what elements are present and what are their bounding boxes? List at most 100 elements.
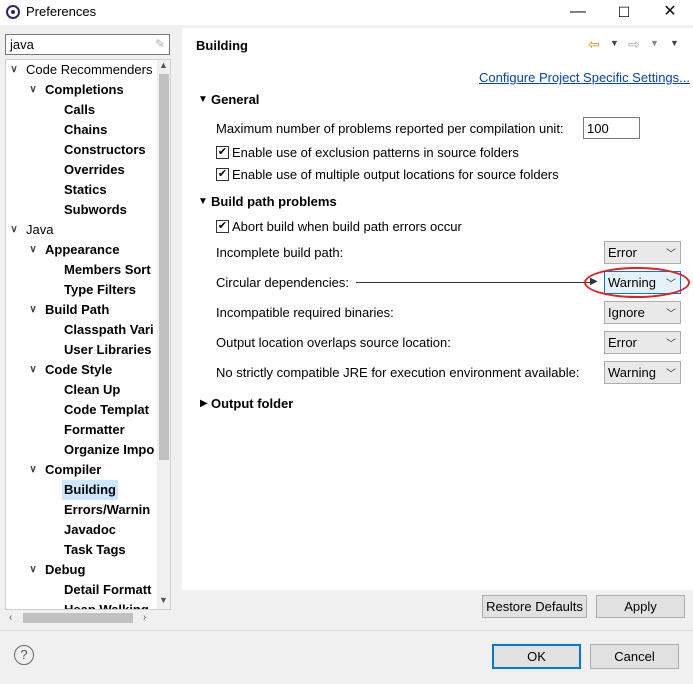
scroll-down-icon[interactable]: ▼ xyxy=(159,595,168,605)
chevron-down-icon: ﹀ xyxy=(666,339,676,350)
preference-tree[interactable]: ∨ Code Recommenders ∨ Completions Calls Chain… xyxy=(5,59,171,610)
tree-item[interactable]: ∨ Java xyxy=(6,220,156,240)
expand-chevron-icon[interactable]: ∨ xyxy=(27,560,39,580)
no-compatible-jre-label: No strictly compatible JRE for execution… xyxy=(216,365,580,380)
expand-chevron-icon[interactable]: ∨ xyxy=(27,80,39,100)
filter-input[interactable]: java ✎ xyxy=(5,34,170,55)
tree-item[interactable]: ∨ Debug xyxy=(6,560,156,580)
tree-item[interactable]: Errors/Warnin xyxy=(6,500,156,520)
tree-item[interactable]: ∨ Appearance xyxy=(6,240,156,260)
page-header: Building ⇦ ▼ ⇨ ▼ ▼ xyxy=(182,28,693,63)
tree-item[interactable]: Statics xyxy=(6,180,156,200)
clear-icon[interactable]: ✎ xyxy=(155,37,165,51)
tree-item[interactable]: Subwords xyxy=(6,200,156,220)
minimize-button[interactable]: — xyxy=(555,0,601,25)
tree-item[interactable]: ∨ Compiler xyxy=(6,460,156,480)
tree-item[interactable]: User Libraries xyxy=(6,340,156,360)
filter-input-value: java xyxy=(10,37,34,52)
tree-item-label: Code Recommenders xyxy=(26,62,153,77)
scroll-left-icon[interactable]: ‹ xyxy=(9,612,12,623)
abort-build-checkbox[interactable]: ✔ xyxy=(216,220,229,233)
expand-chevron-icon[interactable]: ∨ xyxy=(27,460,39,480)
scroll-up-icon[interactable]: ▲ xyxy=(159,60,168,70)
tree-item[interactable]: Javadoc xyxy=(6,520,156,540)
output-overlaps-select[interactable]: Error ﹀ xyxy=(604,331,681,354)
tree-item[interactable]: Code Templat xyxy=(6,400,156,420)
abort-build-label: Abort build when build path errors occur xyxy=(232,219,462,234)
build-path-expand-icon[interactable]: ▼ xyxy=(198,196,208,207)
tree-item[interactable]: Task Tags xyxy=(6,540,156,560)
tree-horizontal-scrollbar[interactable]: ‹ › xyxy=(5,610,171,626)
tree-item[interactable]: Calls xyxy=(6,100,156,120)
tree-item[interactable]: Overrides xyxy=(6,160,156,180)
tree-item-label: Building xyxy=(62,480,118,500)
tree-item-label: Debug xyxy=(45,562,86,577)
expand-chevron-icon[interactable]: ∨ xyxy=(8,220,20,240)
tree-item[interactable]: Detail Formatt xyxy=(6,580,156,600)
title-bar: Preferences — ☐ ✕ xyxy=(0,0,693,25)
page-title: Building xyxy=(196,38,248,53)
tree-item[interactable]: Members Sort xyxy=(6,260,156,280)
scroll-right-icon[interactable]: › xyxy=(143,612,146,623)
tree-item-label: Members Sort xyxy=(64,262,151,277)
back-menu-icon[interactable]: ▼ xyxy=(610,38,619,48)
output-folder-section-heading[interactable]: Output folder xyxy=(211,396,293,411)
tree-item[interactable]: Classpath Vari xyxy=(6,320,156,340)
incompatible-binaries-label: Incompatible required binaries: xyxy=(216,305,394,320)
max-problems-value: 100 xyxy=(587,121,609,136)
tree-item-label: Formatter xyxy=(64,422,125,437)
tree-item-label: Statics xyxy=(64,182,107,197)
tree-item[interactable]: Constructors xyxy=(6,140,156,160)
build-path-section-heading[interactable]: Build path problems xyxy=(211,194,337,209)
chevron-down-icon: ﹀ xyxy=(666,249,676,260)
multiple-output-checkbox[interactable]: ✔ xyxy=(216,168,229,181)
tree-item[interactable]: Heap Walking xyxy=(6,600,156,609)
eclipse-icon xyxy=(6,5,20,19)
maximize-button[interactable]: ☐ xyxy=(601,0,647,25)
expand-chevron-icon[interactable]: ∨ xyxy=(27,360,39,380)
close-button[interactable]: ✕ xyxy=(647,0,693,25)
tree-item-label: Subwords xyxy=(64,202,127,217)
h-scroll-thumb[interactable] xyxy=(23,613,133,623)
general-expand-icon[interactable]: ▼ xyxy=(198,94,208,105)
expand-chevron-icon[interactable]: ∨ xyxy=(27,240,39,260)
scroll-thumb[interactable] xyxy=(159,74,169,460)
tree-item[interactable]: Type Filters xyxy=(6,280,156,300)
tree-item-label: Organize Impo xyxy=(64,442,155,457)
view-menu-icon[interactable]: ▼ xyxy=(670,38,679,48)
ok-button[interactable]: OK xyxy=(492,644,581,669)
tree-item-label: Classpath Vari xyxy=(64,322,154,337)
cancel-button[interactable]: Cancel xyxy=(590,644,679,669)
tree-item[interactable]: Formatter xyxy=(6,420,156,440)
forward-menu-icon[interactable]: ▼ xyxy=(650,38,659,48)
help-icon[interactable]: ? xyxy=(14,645,34,665)
max-problems-input[interactable]: 100 xyxy=(583,117,640,139)
apply-button[interactable]: Apply xyxy=(596,595,685,618)
tree-item[interactable]: Clean Up xyxy=(6,380,156,400)
no-compatible-jre-select[interactable]: Warning ﹀ xyxy=(604,361,681,384)
general-section-heading[interactable]: General xyxy=(211,92,259,107)
incompatible-binaries-select[interactable]: Ignore ﹀ xyxy=(604,301,681,324)
tree-item[interactable]: ∨ Code Recommenders xyxy=(6,60,156,80)
tree-item-label: User Libraries xyxy=(64,342,152,357)
expand-chevron-icon[interactable]: ∨ xyxy=(27,300,39,320)
tree-item[interactable]: Building xyxy=(6,480,156,500)
exclusion-checkbox[interactable]: ✔ xyxy=(216,146,229,159)
select-value: Error xyxy=(608,245,637,260)
tree-item[interactable]: ∨ Build Path xyxy=(6,300,156,320)
tree-item[interactable]: ∨ Code Style xyxy=(6,360,156,380)
select-value: Warning xyxy=(608,365,656,380)
back-icon[interactable]: ⇦ xyxy=(588,36,600,53)
configure-project-link[interactable]: Configure Project Specific Settings... xyxy=(479,70,690,85)
output-folder-expand-icon[interactable]: ▶ xyxy=(200,398,208,409)
tree-item[interactable]: Chains xyxy=(6,120,156,140)
restore-defaults-button[interactable]: Restore Defaults xyxy=(482,595,587,618)
expand-chevron-icon[interactable]: ∨ xyxy=(8,60,20,80)
forward-icon[interactable]: ⇨ xyxy=(628,36,640,53)
window-title: Preferences xyxy=(26,4,97,19)
tree-item[interactable]: Organize Impo xyxy=(6,440,156,460)
tree-item[interactable]: ∨ Completions xyxy=(6,80,156,100)
incomplete-build-path-select[interactable]: Error ﹀ xyxy=(604,241,681,264)
tree-vertical-scrollbar[interactable]: ▲ ▼ xyxy=(157,60,170,609)
tree-item-label: Java xyxy=(26,222,54,237)
